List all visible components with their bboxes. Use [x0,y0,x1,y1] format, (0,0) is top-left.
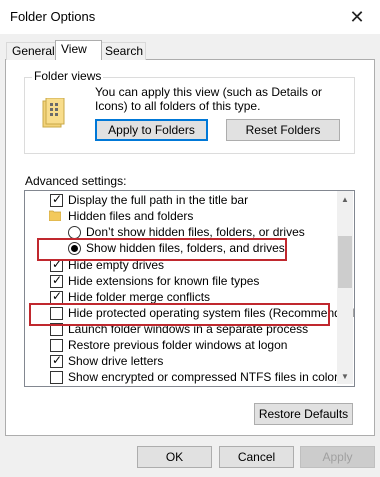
window-title: Folder Options [10,9,96,24]
tab-search[interactable]: Search [99,42,146,60]
annotation-highlight-show-hidden [37,238,287,261]
check-icon: ✓ [52,273,63,287]
checkbox[interactable]: ✓ [50,192,63,207]
close-button[interactable]: ✕ [334,0,380,34]
annotation-highlight-protected-files [29,303,330,326]
list-item-label: Show encrypted or compressed NTFS files … [68,370,339,384]
folder-view-icon [42,98,65,128]
tab-label: Search [105,44,144,58]
restore-defaults-button[interactable]: Restore Defaults [254,403,353,425]
check-icon: ✓ [52,289,63,303]
tab-label: General [12,44,55,58]
checkbox[interactable]: ✓ [50,353,63,368]
folder-views-description: You can apply this view (such as Details… [95,85,323,113]
list-item-label: Show drive letters [68,354,164,368]
close-icon: ✕ [349,6,365,27]
list-item-label: Display the full path in the title bar [68,193,249,207]
advanced-settings-list[interactable]: ✓ Display the full path in the title bar… [24,190,355,387]
folder-views-legend: Folder views [32,69,104,83]
tab-label: View [61,42,87,56]
list-item-label: Hidden files and folders [68,209,194,223]
scrollbar-thumb[interactable] [338,236,352,288]
cancel-button[interactable]: Cancel [219,446,294,468]
scroll-up-arrow-icon[interactable]: ▲ [337,191,353,207]
list-item-label: Hide extensions for known file types [68,274,260,288]
check-icon: ✓ [52,192,63,206]
list-item-label: Restore previous folder windows at logon [68,338,288,352]
apply-button[interactable]: Apply [300,446,375,468]
checkbox[interactable] [50,371,63,384]
ok-button[interactable]: OK [137,446,212,468]
folder-icon [49,210,61,221]
scroll-down-arrow-icon[interactable]: ▼ [337,368,353,384]
checkbox[interactable] [50,339,63,352]
reset-folders-button[interactable]: Reset Folders [226,119,340,141]
list-scrollbar[interactable]: ▲ ▼ [337,191,353,384]
check-icon: ✓ [52,353,63,367]
apply-to-folders-button[interactable]: Apply to Folders [95,119,208,141]
checkbox[interactable]: ✓ [50,273,63,288]
advanced-settings-label: Advanced settings: [25,174,127,188]
tab-general[interactable]: General [6,42,58,60]
tab-view[interactable]: View [55,40,102,60]
